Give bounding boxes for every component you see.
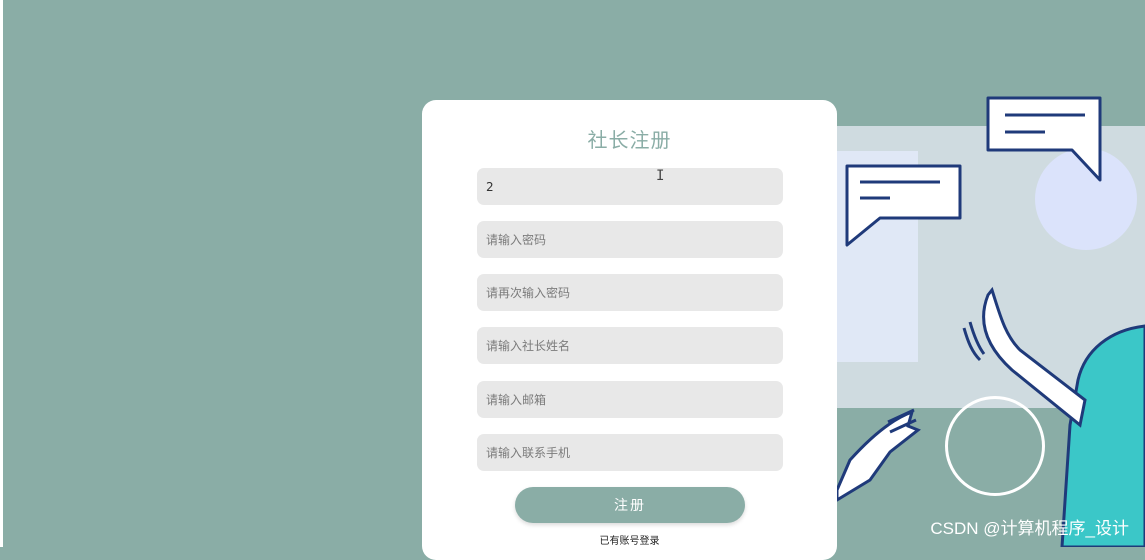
watermark: CSDN @计算机程序_设计 (930, 519, 1129, 538)
form-title: 社长注册 (587, 128, 672, 152)
login-link[interactable]: 已有账号登录 (422, 532, 837, 547)
register-button[interactable]: 注册 (515, 487, 745, 523)
chat-bubble-icon (845, 164, 962, 247)
email-input[interactable] (477, 381, 783, 418)
text-cursor-icon: I (656, 168, 665, 184)
username-input[interactable] (477, 168, 783, 205)
speech-bubble-icon (986, 96, 1102, 182)
password-input[interactable] (477, 221, 783, 258)
register-card: 社长注册 I 注册 已有账号登录 (422, 100, 837, 560)
phone-input[interactable] (477, 434, 783, 471)
window-edge (0, 0, 3, 547)
confirm-password-input[interactable] (477, 274, 783, 311)
president-name-input[interactable] (477, 327, 783, 364)
person-arm (982, 286, 1087, 428)
